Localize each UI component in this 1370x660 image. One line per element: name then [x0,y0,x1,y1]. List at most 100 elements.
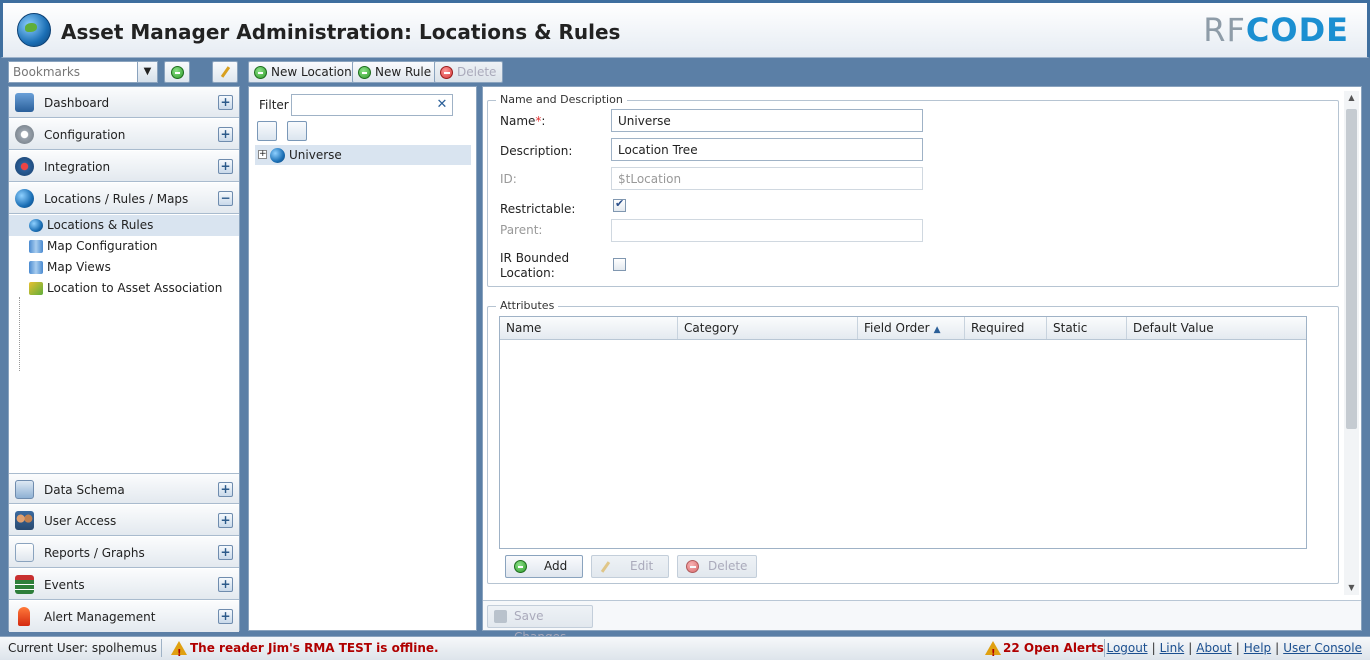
ir-bounded-label-line2: Location: [500,266,555,280]
location-tree-panel: Filter ✕ + Universe [248,86,477,631]
bookmarks-toolbar: Bookmarks ▼ [8,61,240,83]
save-changes-button[interactable]: Save Changes [487,605,593,644]
nav-section-locations[interactable]: Locations / Rules / Maps − [9,183,239,214]
scroll-up-icon[interactable]: ▲ [1344,91,1359,105]
expand-icon[interactable]: + [218,159,233,174]
nav-section-events[interactable]: Events + [9,569,239,600]
description-label: Description: [500,144,573,158]
scroll-thumb[interactable] [1346,109,1357,429]
sort-ascending-icon: ▲ [933,325,941,335]
add-bookmark-button[interactable] [164,61,190,83]
delete-attribute-button[interactable]: Delete [677,555,757,578]
expand-icon[interactable]: + [218,513,233,528]
restrictable-checkbox[interactable] [613,197,626,212]
offline-message[interactable]: The reader Jim's RMA TEST is offline. [190,637,439,659]
scroll-down-icon[interactable]: ▼ [1344,581,1359,595]
nav-section-reports[interactable]: Reports / Graphs + [9,537,239,568]
add-icon [170,66,184,79]
add-icon [358,66,371,79]
rfcode-logo: RFCODE [1203,11,1349,49]
filter-input[interactable]: ✕ [291,94,453,116]
schema-icon [15,480,34,499]
new-rule-button[interactable]: New Rule [352,61,439,83]
new-location-button[interactable]: New Location [248,61,359,83]
association-icon [29,282,43,295]
restrictable-label: Restrictable: [500,202,576,216]
main-toolbar: New Location New Rule Delete [248,61,1360,83]
delete-icon [686,560,699,573]
id-field: $tLocation [611,167,923,190]
nav-section-data-schema[interactable]: Data Schema + [9,473,239,504]
column-default-value[interactable]: Default Value [1127,317,1306,339]
collapse-icon[interactable]: − [218,191,233,206]
nav-section-alert-management[interactable]: Alert Management + [9,601,239,632]
sidebar-item-map-views[interactable]: Map Views [9,257,239,278]
edit-attribute-button[interactable]: Edit [591,555,669,578]
chevron-down-icon[interactable]: ▼ [137,62,157,82]
column-required[interactable]: Required [965,317,1047,339]
expand-icon[interactable]: + [218,127,233,142]
pencil-icon [600,559,611,580]
name-description-section: Name and Description Name*: Universe Des… [487,93,1339,287]
logout-link[interactable]: Logout [1106,641,1147,655]
about-link[interactable]: About [1196,641,1231,655]
nav-section-user-access[interactable]: User Access + [9,505,239,536]
events-icon [15,575,34,594]
users-icon [15,511,34,530]
clear-icon[interactable]: ✕ [432,95,452,115]
plus-icon[interactable]: + [258,150,267,159]
tree-node-universe[interactable]: + Universe [255,145,471,165]
report-icon [15,543,34,562]
expand-icon[interactable]: + [218,95,233,110]
page-title: Asset Manager Administration: Locations … [61,20,621,44]
pencil-icon [220,66,230,78]
expand-icon[interactable]: + [218,609,233,624]
sidebar-item-location-asset-association[interactable]: Location to Asset Association [9,278,239,299]
nav-section-configuration[interactable]: Configuration + [9,119,239,150]
app-header: Asset Manager Administration: Locations … [0,0,1370,58]
location-details-panel: Name and Description Name*: Universe Des… [482,86,1362,644]
column-category[interactable]: Category [678,317,858,339]
sidebar-item-map-configuration[interactable]: Map Configuration [9,236,239,257]
column-field-order[interactable]: Field Order ▲ [858,317,965,339]
add-icon [514,560,527,573]
save-bar: Save Changes [483,600,1361,644]
add-icon [254,66,267,79]
user-console-link[interactable]: User Console [1283,641,1362,655]
map-icon [29,240,43,253]
edit-bookmark-button[interactable] [212,61,238,83]
expand-icon[interactable]: + [218,577,233,592]
delete-button[interactable]: Delete [434,61,504,83]
globe-icon [270,148,285,163]
nav-section-integration[interactable]: Integration + [9,151,239,182]
dashboard-icon [15,93,34,112]
sidebar-item-locations-rules[interactable]: Locations & Rules [9,215,239,236]
expand-icon[interactable]: + [218,545,233,560]
gear-icon [15,125,34,144]
description-field[interactable]: Location Tree [611,138,923,161]
attributes-table-header: Name Category Field Order ▲ Required Stat… [500,317,1306,340]
ir-bounded-checkbox[interactable] [613,258,626,271]
bookmarks-select[interactable]: Bookmarks ▼ [8,61,158,83]
globe-icon [29,219,43,232]
id-label: ID: [500,172,517,186]
column-name[interactable]: Name [500,317,678,339]
parent-label: Parent: [500,223,543,237]
name-field[interactable]: Universe [611,109,923,132]
nav-section-dashboard[interactable]: Dashboard + [9,87,239,118]
expand-all-button[interactable] [257,121,277,141]
warning-icon [171,641,187,660]
add-attribute-button[interactable]: Add [505,555,583,578]
attributes-table: Name Category Field Order ▲ Required Stat… [499,316,1307,549]
collapse-all-button[interactable] [287,121,307,141]
help-link[interactable]: Help [1244,641,1271,655]
column-static[interactable]: Static [1047,317,1127,339]
alert-icon [18,607,30,626]
expand-icon[interactable]: + [218,482,233,497]
open-alerts-link[interactable]: 22 Open Alerts [1003,637,1104,659]
globe-icon [15,189,34,208]
globe-icon [17,13,51,47]
link-link[interactable]: Link [1160,641,1185,655]
name-label: Name*: [500,114,546,128]
form-scrollbar[interactable]: ▲ ▼ [1344,91,1359,595]
